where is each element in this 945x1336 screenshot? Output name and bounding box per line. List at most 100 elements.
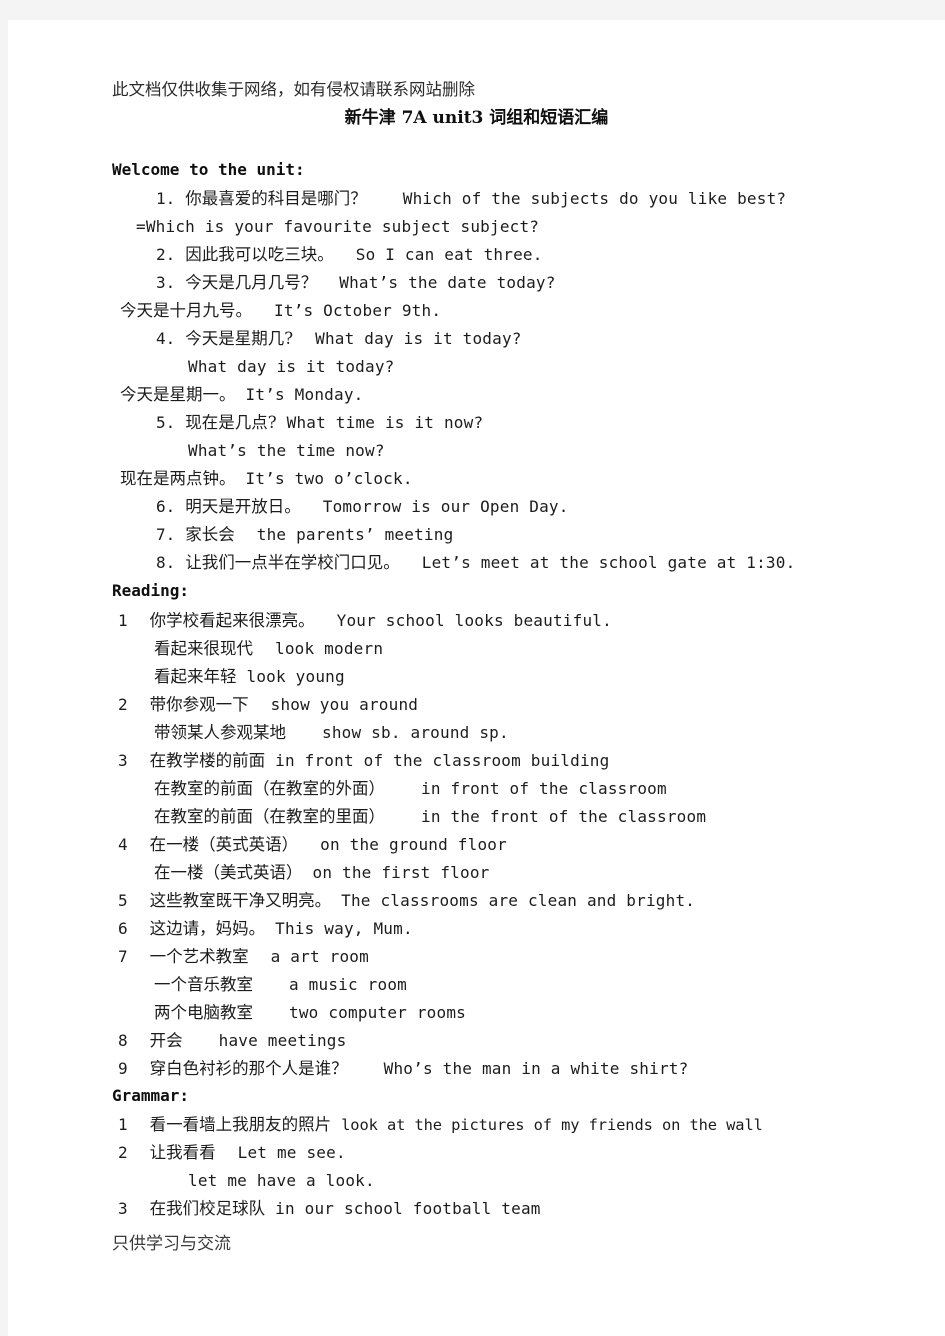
- line-chinese: 穿白色衬衫的那个人是谁？: [149, 1059, 348, 1078]
- line-chinese: 今天是星期几?: [185, 329, 294, 348]
- doc-line: 7 一个艺术教室 a art room: [118, 948, 369, 966]
- line-english: in front of the classroom: [421, 779, 667, 798]
- line-english: Your school looks beautiful.: [336, 611, 612, 630]
- doc-line: =Which is your favourite subject subject…: [136, 218, 539, 236]
- doc-line: 6 这边请，妈妈。 This way, Mum.: [118, 920, 413, 938]
- line-chinese: 带领某人参观某地: [154, 723, 286, 742]
- line-number: 4: [118, 835, 128, 854]
- doc-line: 在一楼（美式英语） on the first floor: [154, 864, 490, 882]
- line-chinese: 在一楼（美式英语）: [154, 863, 303, 882]
- doc-line: 看起来年轻 look young: [154, 668, 345, 686]
- line-chinese: 你学校看起来很漂亮。: [149, 611, 315, 630]
- line-number: 1.: [156, 189, 176, 208]
- doc-line: 在教室的前面（在教室的里面） in the front of the classr…: [154, 808, 706, 826]
- doc-line: 3. 今天是几月几号？ What’s the date today?: [156, 274, 556, 292]
- line-english: in our school football team: [275, 1199, 541, 1218]
- line-english: have meetings: [218, 1031, 347, 1050]
- doc-line: 2 让我看看 Let me see.: [118, 1144, 346, 1162]
- doc-line: 一个音乐教室 a music room: [154, 976, 407, 994]
- line-english: Let’s meet at the school gate at 1:30.: [421, 553, 796, 572]
- doc-line: 4 在一楼（英式英语） on the ground floor: [118, 836, 507, 854]
- line-english: What’s the date today?: [339, 273, 556, 292]
- line-number: 5: [118, 891, 128, 910]
- line-english: Which of the subjects do you like best?: [402, 189, 787, 208]
- line-english: look young: [246, 667, 345, 686]
- line-english: Who’s the man in a white shirt?: [383, 1059, 689, 1078]
- line-english: What day is it today?: [315, 329, 522, 348]
- line-english: What time is it now?: [286, 413, 484, 432]
- line-chinese: 现在是几点?: [185, 413, 277, 432]
- line-chinese: 你最喜爱的科目是哪门？: [185, 189, 367, 208]
- doc-line: 今天是星期一。 It’s Monday.: [120, 386, 364, 404]
- line-chinese: 两个电脑教室: [154, 1003, 253, 1022]
- line-chinese: 明天是开放日。: [185, 497, 301, 516]
- line-english: look at the pictures of my friends on th…: [341, 1116, 763, 1134]
- line-english: What’s the time now?: [188, 441, 385, 460]
- line-chinese: 在我们校足球队: [149, 1199, 266, 1218]
- line-chinese: 让我看看: [149, 1143, 216, 1162]
- line-english: =Which is your favourite subject subject…: [136, 217, 540, 236]
- line-english: Tomorrow is our Open Day.: [322, 497, 569, 516]
- line-english: The classrooms are clean and bright.: [341, 891, 696, 910]
- doc-line: 现在是两点钟。 It’s two o’clock.: [120, 470, 413, 488]
- line-chinese: 这边请，妈妈。: [149, 919, 266, 938]
- line-chinese: 一个艺术教室: [149, 947, 249, 966]
- doc-line: 7. 家长会 the parents’ meeting: [156, 526, 453, 544]
- doc-line: 在教室的前面（在教室的外面） in front of the classroom: [154, 780, 667, 798]
- line-number: 3: [118, 751, 128, 770]
- footer-notice: 只供学习与交流: [112, 1234, 231, 1254]
- line-english: look modern: [275, 639, 384, 658]
- page-title: 新牛津 7A unit3 词组和短语汇编: [344, 108, 609, 128]
- line-english: show you around: [270, 695, 419, 714]
- line-english: a music room: [289, 975, 407, 994]
- line-number: 9: [118, 1059, 128, 1078]
- line-chinese: 在教室的前面（在教室的里面）: [154, 807, 385, 826]
- line-chinese: 因此我可以吃三块。: [185, 245, 334, 264]
- doc-line: 5 这些教室既干净又明亮。 The classrooms are clean and…: [118, 892, 695, 910]
- line-number: 5.: [156, 413, 176, 432]
- line-english: on the ground floor: [320, 835, 507, 854]
- line-chinese: 今天是几月几号？: [185, 273, 318, 292]
- line-chinese: 今天是十月九号。: [120, 301, 252, 320]
- line-chinese: 在教室的前面（在教室的外面）: [154, 779, 385, 798]
- line-number: 6.: [156, 497, 176, 516]
- line-number: 2: [118, 1143, 128, 1162]
- line-chinese: 这些教室既干净又明亮。: [149, 891, 332, 910]
- document-page: 此文档仅供收集于网络，如有侵权请联系网站删除 新牛津 7A unit3 词组和短…: [8, 20, 945, 1336]
- section-heading-grammar: Grammar:: [112, 1086, 190, 1105]
- line-english: let me have a look.: [188, 1171, 375, 1190]
- doc-line: 9 穿白色衬衫的那个人是谁？ Who’s the man in a white sh…: [118, 1060, 688, 1078]
- line-number: 7.: [156, 525, 176, 544]
- line-number: 3: [118, 1199, 128, 1218]
- line-english: It’s Monday.: [245, 385, 364, 404]
- line-chinese: 看一看墙上我朋友的照片: [149, 1115, 332, 1134]
- section-heading-reading: Reading:: [112, 581, 190, 600]
- line-english: the parents’ meeting: [256, 525, 454, 544]
- line-number: 7: [118, 947, 128, 966]
- doc-line: 4. 今天是星期几? What day is it today?: [156, 330, 522, 348]
- document-body: 此文档仅供收集于网络，如有侵权请联系网站删除 新牛津 7A unit3 词组和短…: [8, 20, 945, 1336]
- doc-line: 看起来很现代 look modern: [154, 640, 383, 658]
- line-english: a art room: [270, 947, 369, 966]
- line-number: 6: [118, 919, 128, 938]
- line-chinese: 在一楼（英式英语）: [149, 835, 299, 854]
- doc-line: 今天是十月九号。 It’s October 9th.: [120, 302, 441, 320]
- doc-line: 8. 让我们一点半在学校门口见。 Let’s meet at the school …: [156, 554, 795, 572]
- line-chinese: 带你参观一下: [149, 695, 249, 714]
- line-english: What day is it today?: [188, 357, 395, 376]
- line-chinese: 一个音乐教室: [154, 975, 253, 994]
- doc-line: 两个电脑教室 two computer rooms: [154, 1004, 466, 1022]
- line-english: It’s two o’clock.: [245, 469, 413, 488]
- line-chinese: 开会: [149, 1031, 183, 1050]
- line-number: 4.: [156, 329, 176, 348]
- line-chinese: 今天是星期一。: [120, 385, 236, 404]
- line-english: This way, Mum.: [275, 919, 413, 938]
- doc-line: let me have a look.: [188, 1172, 375, 1190]
- line-chinese: 看起来很现代: [154, 639, 253, 658]
- line-chinese: 看起来年轻: [154, 667, 237, 686]
- line-number: 1: [118, 611, 128, 630]
- line-chinese: 让我们一点半在学校门口见。: [185, 553, 400, 572]
- line-chinese: 在教学楼的前面: [149, 751, 266, 770]
- line-number: 2: [118, 695, 128, 714]
- doc-line: 3 在教学楼的前面 in front of the classroom buildi…: [118, 752, 609, 770]
